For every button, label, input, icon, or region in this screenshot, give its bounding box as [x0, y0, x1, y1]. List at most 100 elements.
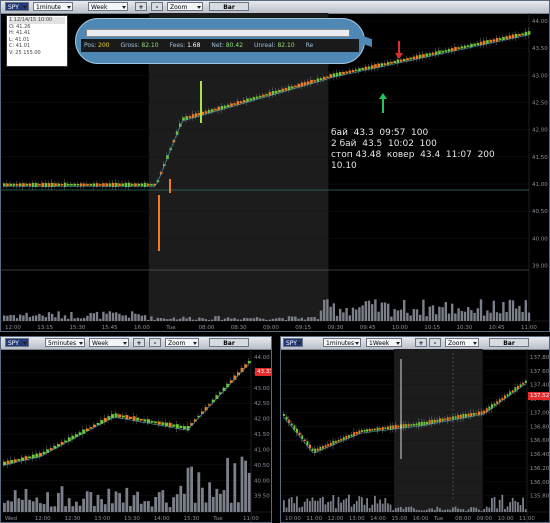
net-label: Net:: [211, 42, 224, 49]
range-dropdown[interactable]: Week: [88, 2, 128, 11]
interval-dropdown[interactable]: 5minutes: [45, 338, 85, 347]
zoom-dropdown[interactable]: Zoom: [165, 338, 199, 347]
candle: [463, 45, 467, 48]
candle: [13, 459, 17, 463]
x-axis-label: 10:45: [489, 325, 505, 331]
volume-bar: [244, 460, 247, 512]
volume-bar: [358, 496, 361, 512]
volume-bar: [143, 315, 147, 321]
volume-bar: [383, 302, 387, 321]
candle: [518, 33, 521, 37]
bar-style-button[interactable]: Bar: [209, 2, 249, 11]
volume-bar: [350, 506, 353, 512]
volume-bar: [150, 506, 154, 512]
x-axis-label: 13:30: [124, 516, 140, 522]
volume-bar: [300, 317, 303, 321]
volume-bar: [413, 508, 415, 512]
volume-bar: [518, 305, 521, 321]
candle: [406, 58, 409, 61]
volume-bar: [476, 308, 479, 321]
zoom-out-button[interactable]: -: [149, 338, 161, 347]
candle: [412, 56, 416, 60]
volume-bar: [140, 315, 143, 321]
volume-bar: [400, 506, 402, 512]
candle: [67, 183, 70, 186]
candle: [298, 432, 301, 436]
volume-bar: [505, 312, 508, 321]
volume-bar: [157, 492, 161, 512]
volume-bar: [79, 318, 83, 321]
volume-bar: [422, 299, 425, 321]
volume-bar: [143, 501, 147, 512]
volume-bar: [454, 313, 457, 321]
candle: [425, 53, 428, 57]
volume-bar: [472, 507, 475, 512]
volume-bar: [168, 507, 172, 512]
candle: [3, 461, 6, 466]
x-axis-label: 10:15: [424, 325, 440, 331]
candle: [508, 35, 512, 39]
buy-arrow-icon: [379, 93, 387, 113]
bar-style-button[interactable]: Bar: [209, 338, 249, 347]
bottom-right-chart-svg[interactable]: 137.80137.60137.40137.20137.00136.80136.…: [281, 349, 549, 522]
volume-bar: [509, 502, 511, 512]
position-scroll-strip[interactable]: [86, 29, 350, 37]
range-dropdown[interactable]: 1Week: [366, 338, 402, 347]
candle: [324, 445, 327, 448]
candle: [233, 103, 236, 105]
bottom-left-price-chart[interactable]: 44.0043.5043.0042.5042.0041.5041.0040.50…: [1, 349, 271, 522]
candle: [284, 88, 288, 91]
x-axis-label: 15:45: [102, 325, 118, 331]
volume-bar: [389, 504, 392, 512]
candle: [459, 414, 462, 419]
x-axis-label: 10:30: [457, 325, 473, 331]
interval-dropdown[interactable]: 1minute: [33, 2, 73, 11]
range-dropdown[interactable]: Week: [89, 338, 129, 347]
volume-bar: [392, 510, 394, 512]
bottom-right-price-chart[interactable]: 137.80137.60137.40137.20137.00136.80136.…: [281, 349, 549, 522]
volume-bar: [475, 507, 478, 512]
symbol-dropdown[interactable]: SPY: [5, 2, 29, 11]
volume-bar: [121, 315, 124, 321]
volume-bar: [367, 300, 371, 321]
volume-bar: [307, 317, 310, 321]
volume-bar: [201, 487, 204, 512]
candle: [351, 70, 355, 73]
candle: [479, 41, 483, 46]
candle: [54, 183, 57, 187]
bottom-left-chart-svg[interactable]: 44.0043.5043.0042.5042.0041.5041.0040.50…: [1, 349, 271, 522]
zoom-out-button[interactable]: -: [151, 2, 163, 11]
y-axis-label: 42.00: [254, 417, 270, 423]
candle: [89, 183, 92, 186]
bar-info-tooltip: 1 12/14/15 10:00 O: 41.26 H: 41.41 L: 41…: [6, 15, 68, 67]
volume-bar: [57, 311, 60, 321]
volume-bar: [275, 318, 278, 321]
symbol-dropdown[interactable]: SPY: [5, 338, 29, 347]
zoom-in-button[interactable]: +: [415, 338, 427, 347]
candle: [147, 183, 150, 186]
volume-bar: [107, 488, 111, 512]
volume-bar: [291, 316, 294, 321]
zoom-dropdown[interactable]: Zoom: [445, 338, 479, 347]
zoom-out-button[interactable]: -: [429, 338, 441, 347]
candle: [410, 424, 413, 426]
volume-bar: [327, 501, 329, 512]
candle: [413, 423, 415, 426]
volume-bar: [447, 313, 451, 321]
unreal-label: Unreal:: [253, 42, 276, 49]
volume-bar: [419, 314, 422, 321]
symbol-dropdown[interactable]: SPY: [283, 338, 303, 347]
volume-bar: [431, 305, 435, 321]
volume-bar: [306, 498, 309, 512]
candle: [25, 183, 28, 186]
zoom-in-button[interactable]: +: [133, 338, 145, 347]
volume-bar: [311, 497, 314, 512]
interval-dropdown[interactable]: 1minutes: [323, 338, 361, 347]
zoom-in-button[interactable]: +: [135, 2, 147, 11]
volume-bar: [322, 496, 324, 512]
bar-style-button[interactable]: Bar: [489, 338, 529, 347]
last-price-flag: 137.52: [528, 392, 550, 400]
volume-bar: [403, 299, 406, 321]
gross-value: 82.10: [141, 42, 159, 49]
zoom-dropdown[interactable]: Zoom: [167, 2, 203, 11]
